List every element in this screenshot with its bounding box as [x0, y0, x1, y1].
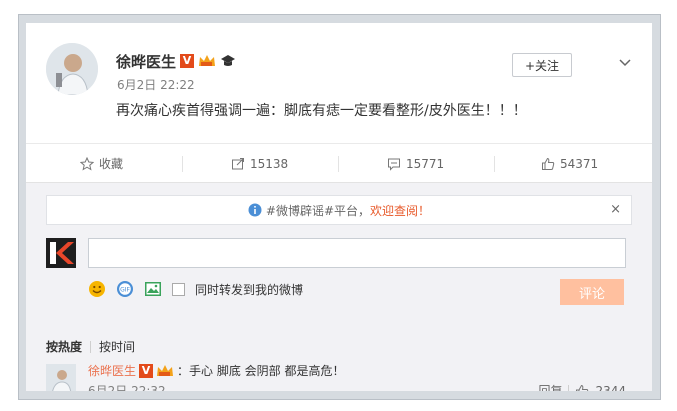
graduation-cap-icon — [221, 55, 236, 66]
repost-icon — [232, 157, 244, 169]
weibo-window: 徐晔医生 V 6月2日 22:22 再次痛心疾首得强调一遍：脚底有痣一定要看整形… — [18, 14, 661, 400]
comment-line: 徐晔医生 V ：手心 脚底 会阴部 都是高危！ — [88, 362, 344, 379]
sort-options: 按热度 按时间 — [46, 338, 135, 355]
author-row: 徐晔医生 V — [116, 51, 236, 71]
comment-button[interactable]: 15771 — [387, 144, 444, 183]
svg-text:GIF: GIF — [120, 287, 130, 294]
comment-actions: 回复 2344 — [538, 382, 626, 391]
gif-icon[interactable]: GIF — [116, 280, 134, 298]
follow-label: +关注 — [524, 58, 560, 73]
comment-timestamp: 6月2日 22:32 — [88, 384, 166, 391]
weibo-card: 徐晔医生 V 6月2日 22:22 再次痛心疾首得强调一遍：脚底有痣一定要看整形… — [26, 23, 652, 391]
image-icon[interactable] — [144, 280, 162, 298]
divider — [568, 384, 570, 391]
comment-area: #微博辟谣#平台， 欢迎查阅！ × GIF 同时转发到我的微博 评论 按热度 按… — [26, 182, 652, 391]
favorite-label: 收藏 — [99, 157, 124, 171]
thumbs-up-icon — [542, 157, 555, 170]
divider — [90, 340, 92, 353]
post-text: 再次痛心疾首得强调一遍：脚底有痣一定要看整形/皮外医生！！！ — [116, 103, 527, 119]
comment-input[interactable] — [88, 238, 626, 268]
notice-link[interactable]: 欢迎查阅！ — [370, 202, 430, 219]
follow-button[interactable]: +关注 — [512, 53, 572, 77]
verified-badge: V — [139, 363, 154, 378]
notice-close-button[interactable]: × — [610, 202, 621, 217]
verified-badge: V — [180, 54, 195, 68]
comment-item: 徐晔医生 V ：手心 脚底 会阴部 都是高危！ 6月2日 22:32 回复 23 — [46, 360, 630, 391]
divider — [182, 156, 183, 172]
emoji-icon[interactable] — [88, 280, 106, 298]
thumbs-up-icon[interactable] — [575, 384, 589, 392]
commenter-avatar[interactable] — [46, 364, 76, 391]
vip-crown-icon — [157, 364, 174, 376]
divider — [338, 156, 339, 172]
repost-count: 15138 — [250, 156, 289, 171]
star-outline-icon — [80, 156, 94, 171]
info-icon — [248, 203, 262, 217]
avatar-image — [46, 43, 98, 95]
author-avatar[interactable] — [46, 43, 98, 95]
sort-by-time[interactable]: 按时间 — [99, 338, 135, 355]
divider — [494, 156, 495, 172]
like-count: 54371 — [560, 156, 599, 171]
chevron-down-icon[interactable] — [618, 56, 632, 70]
rumor-notice: #微博辟谣#平台， 欢迎查阅！ × — [46, 195, 632, 225]
like-button[interactable]: 54371 — [541, 144, 598, 183]
current-user-avatar[interactable] — [46, 238, 76, 268]
notice-text: #微博辟谣#平台， — [265, 203, 371, 218]
favorite-button[interactable]: 收藏 — [80, 144, 123, 183]
avatar-image — [46, 364, 76, 391]
submit-comment-button[interactable]: 评论 — [560, 279, 624, 305]
repost-button[interactable]: 15138 — [231, 144, 288, 183]
comment-text: ：手心 脚底 会阴部 都是高危！ — [177, 364, 345, 378]
comment-icon — [388, 158, 400, 171]
comment-count: 15771 — [406, 156, 445, 171]
author-name[interactable]: 徐晔医生 — [116, 51, 176, 72]
user-logo-icon — [46, 238, 76, 268]
commenter-name[interactable]: 徐晔医生 — [88, 362, 136, 379]
sort-by-heat[interactable]: 按热度 — [46, 338, 82, 355]
repost-checkbox[interactable] — [172, 282, 185, 296]
action-bar: 收藏 15138 15771 54371 — [26, 143, 652, 183]
composer-tools: GIF 同时转发到我的微博 — [88, 279, 303, 299]
vip-crown-icon — [199, 55, 216, 66]
post-timestamp[interactable]: 6月2日 22:22 — [117, 76, 195, 93]
reply-button[interactable]: 回复 — [538, 382, 562, 391]
comment-like-count: 2344 — [595, 383, 626, 392]
repost-option-label[interactable]: 同时转发到我的微博 — [195, 281, 303, 298]
